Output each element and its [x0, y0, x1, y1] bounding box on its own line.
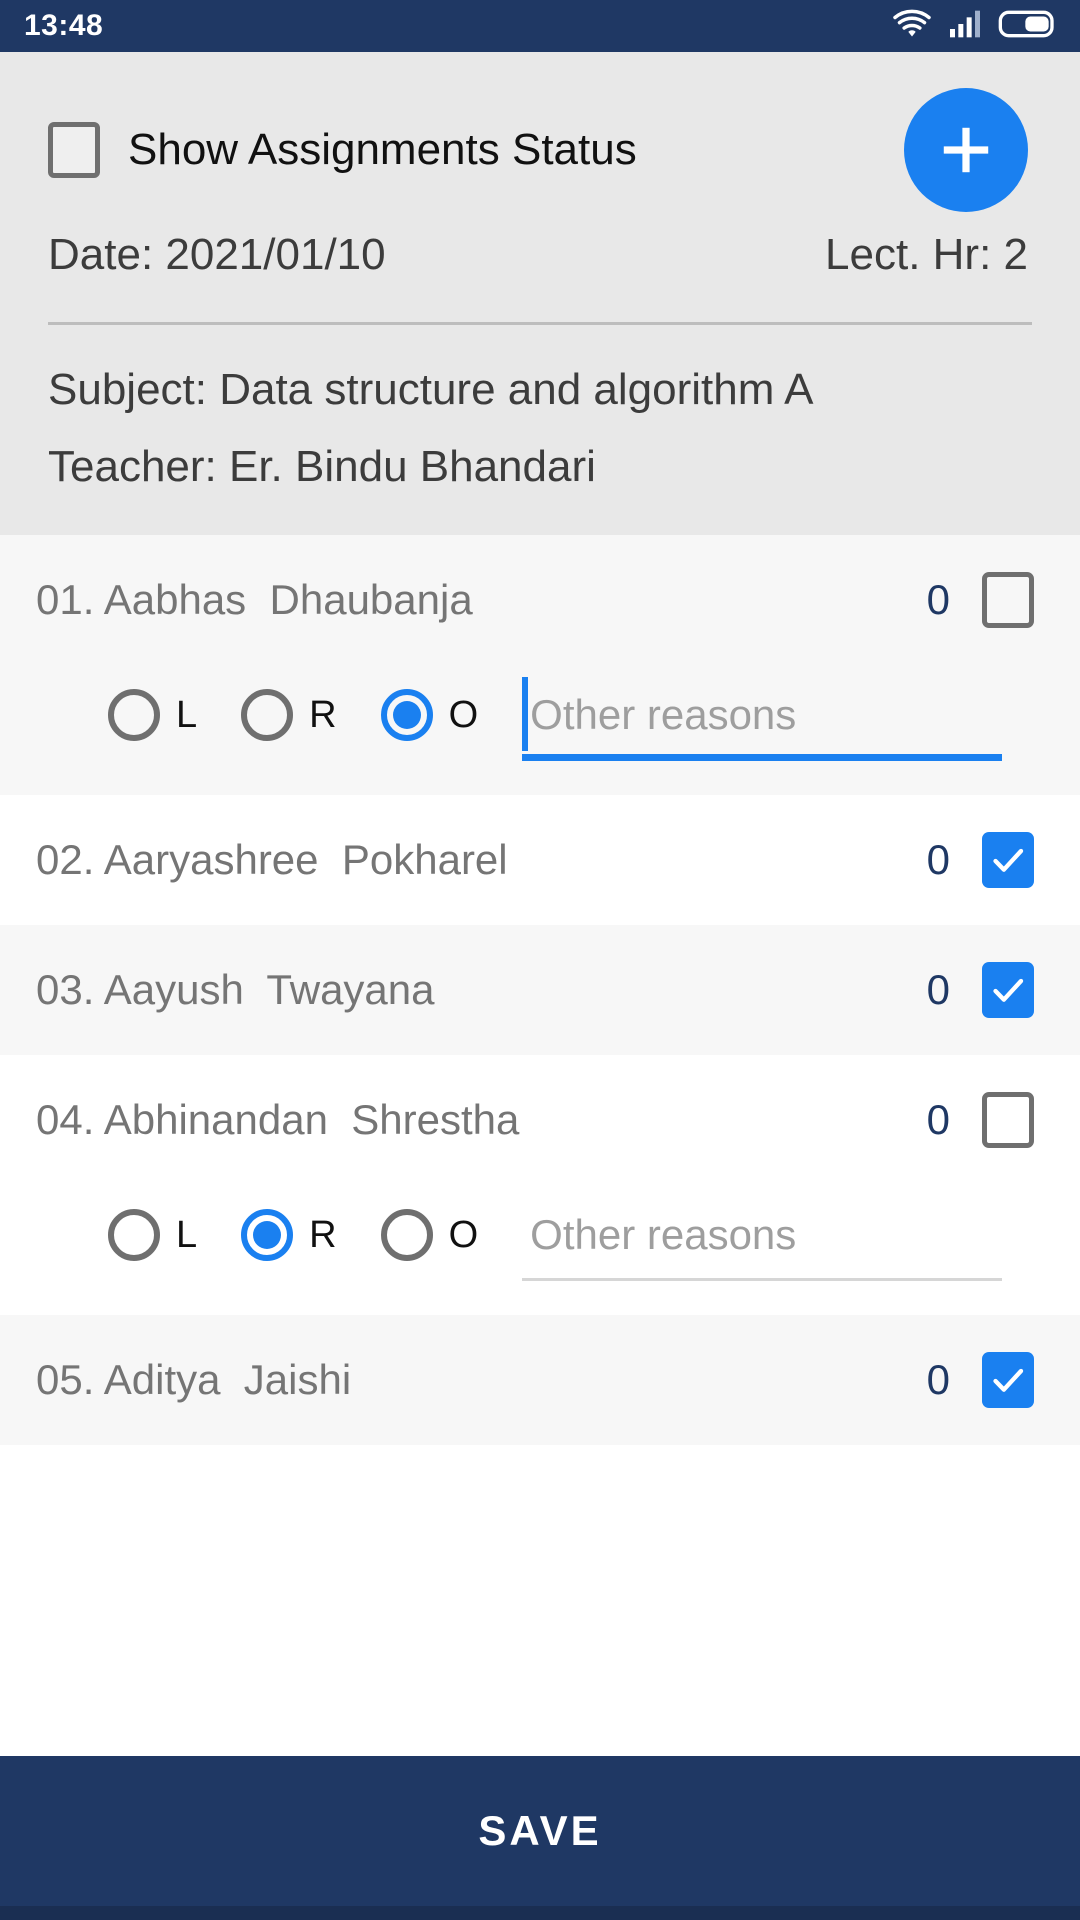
student-row[interactable]: 01. Aabhas Dhaubanja 0	[0, 535, 1080, 665]
show-assignments-toggle[interactable]: Show Assignments Status	[48, 122, 637, 178]
reason-radio-label: O	[448, 1213, 479, 1256]
radio-unselected-icon[interactable]	[108, 1209, 160, 1261]
student-row-controls: 0	[927, 572, 1034, 628]
student-row[interactable]: 04. Abhinandan Shrestha 0	[0, 1055, 1080, 1185]
reason-radio-o[interactable]: O	[380, 689, 479, 741]
student-row-controls: 0	[927, 1092, 1034, 1148]
absence-count: 0	[926, 576, 950, 623]
reason-radio-label: L	[176, 693, 198, 736]
header-divider	[48, 322, 1032, 325]
absence-reason-row: L R O Other reasons	[0, 665, 1080, 795]
show-assignments-checkbox[interactable]	[48, 122, 100, 178]
other-reasons-input[interactable]: Other reasons	[522, 669, 1040, 761]
attendance-checkbox[interactable]	[982, 962, 1034, 1018]
attendance-screen: 13:48 Show Assignments Status Date: 2021…	[0, 0, 1080, 1920]
radio-selected-icon[interactable]	[380, 689, 433, 741]
student-name: 04. Abhinandan Shrestha	[36, 1096, 520, 1143]
radio-selected-icon[interactable]	[241, 1209, 294, 1261]
student-row-controls: 0	[927, 1352, 1034, 1408]
student-row[interactable]: 05. Aditya Jaishi 0	[0, 1315, 1080, 1445]
system-navigation-bar	[0, 1906, 1080, 1920]
text-caret	[522, 677, 529, 751]
battery-icon	[998, 9, 1056, 44]
student-block: 04. Abhinandan Shrestha 0 L R O Other reasons	[0, 1055, 1080, 1315]
attendance-checkbox[interactable]	[982, 832, 1034, 888]
reason-radio-l[interactable]: L	[108, 1209, 197, 1261]
show-assignments-label: Show Assignments Status	[128, 125, 637, 174]
absence-count: 0	[926, 1356, 950, 1403]
plus-icon	[935, 119, 997, 181]
student-block: 03. Aayush Twayana 0	[0, 925, 1080, 1055]
reason-radio-label: R	[309, 1213, 337, 1256]
status-bar-clock: 13:48	[24, 9, 104, 42]
attendance-checkbox[interactable]	[982, 1092, 1034, 1148]
date-label: Date: 2021/01/10	[48, 230, 386, 279]
attendance-checkbox[interactable]	[982, 572, 1034, 628]
student-name: 01. Aabhas Dhaubanja	[36, 576, 473, 623]
cellular-signal-icon	[948, 9, 982, 44]
header-meta-row: Date: 2021/01/10 Lect. Hr: 2	[48, 230, 1032, 280]
student-row-controls: 0	[927, 962, 1034, 1018]
other-reasons-input[interactable]: Other reasons	[522, 1189, 1040, 1281]
radio-unselected-icon[interactable]	[241, 689, 294, 741]
absence-count: 0	[926, 836, 950, 883]
reason-radio-group[interactable]: LRO	[108, 689, 508, 741]
absence-reason-row: L R O Other reasons	[0, 1185, 1080, 1315]
reason-radio-label: L	[176, 1213, 198, 1256]
student-row[interactable]: 02. Aaryashree Pokharel 0	[0, 795, 1080, 925]
add-button[interactable]	[904, 88, 1028, 212]
reason-radio-label: R	[309, 693, 337, 736]
save-button[interactable]: SAVE	[0, 1756, 1080, 1906]
other-reasons-placeholder: Other reasons	[530, 1211, 797, 1258]
header-top-row: Show Assignments Status	[48, 88, 1032, 212]
input-underline	[522, 1278, 1002, 1281]
student-block: 05. Aditya Jaishi 0	[0, 1315, 1080, 1445]
lecture-hour-label: Lect. Hr: 2	[825, 230, 1028, 279]
subject-label: Subject: Data structure and algorithm A	[48, 365, 814, 414]
attendance-checkbox[interactable]	[982, 1352, 1034, 1408]
reason-radio-o[interactable]: O	[380, 1209, 479, 1261]
check-icon	[993, 1368, 1024, 1392]
lecture-header: Show Assignments Status Date: 2021/01/10…	[0, 52, 1080, 535]
radio-unselected-icon[interactable]	[380, 1209, 433, 1261]
student-name: 03. Aayush Twayana	[36, 966, 435, 1013]
other-reasons-placeholder: Other reasons	[530, 691, 797, 738]
student-name: 02. Aaryashree Pokharel	[36, 836, 508, 883]
reason-radio-l[interactable]: L	[108, 689, 197, 741]
student-block: 01. Aabhas Dhaubanja 0 L R O Other reasons	[0, 535, 1080, 795]
reason-radio-r[interactable]: R	[241, 689, 337, 741]
teacher-label: Teacher: Er. Bindu Bhandari	[48, 442, 596, 491]
check-icon	[993, 978, 1024, 1002]
radio-unselected-icon[interactable]	[108, 689, 160, 741]
status-bar: 13:48	[0, 0, 1080, 52]
student-name: 05. Aditya Jaishi	[36, 1356, 352, 1403]
wifi-icon	[892, 9, 932, 44]
student-block: 02. Aaryashree Pokharel 0	[0, 795, 1080, 925]
absence-count: 0	[926, 1096, 950, 1143]
input-underline	[522, 754, 1002, 761]
reason-radio-group[interactable]: LRO	[108, 1209, 508, 1261]
check-icon	[993, 848, 1024, 872]
status-bar-icons	[892, 9, 1056, 44]
student-list[interactable]: 01. Aabhas Dhaubanja 0 L R O Other reasons 02.…	[0, 535, 1080, 1756]
reason-radio-label: O	[448, 693, 479, 736]
reason-radio-r[interactable]: R	[241, 1209, 337, 1261]
student-row-controls: 0	[927, 832, 1034, 888]
student-row[interactable]: 03. Aayush Twayana 0	[0, 925, 1080, 1055]
absence-count: 0	[926, 966, 950, 1013]
